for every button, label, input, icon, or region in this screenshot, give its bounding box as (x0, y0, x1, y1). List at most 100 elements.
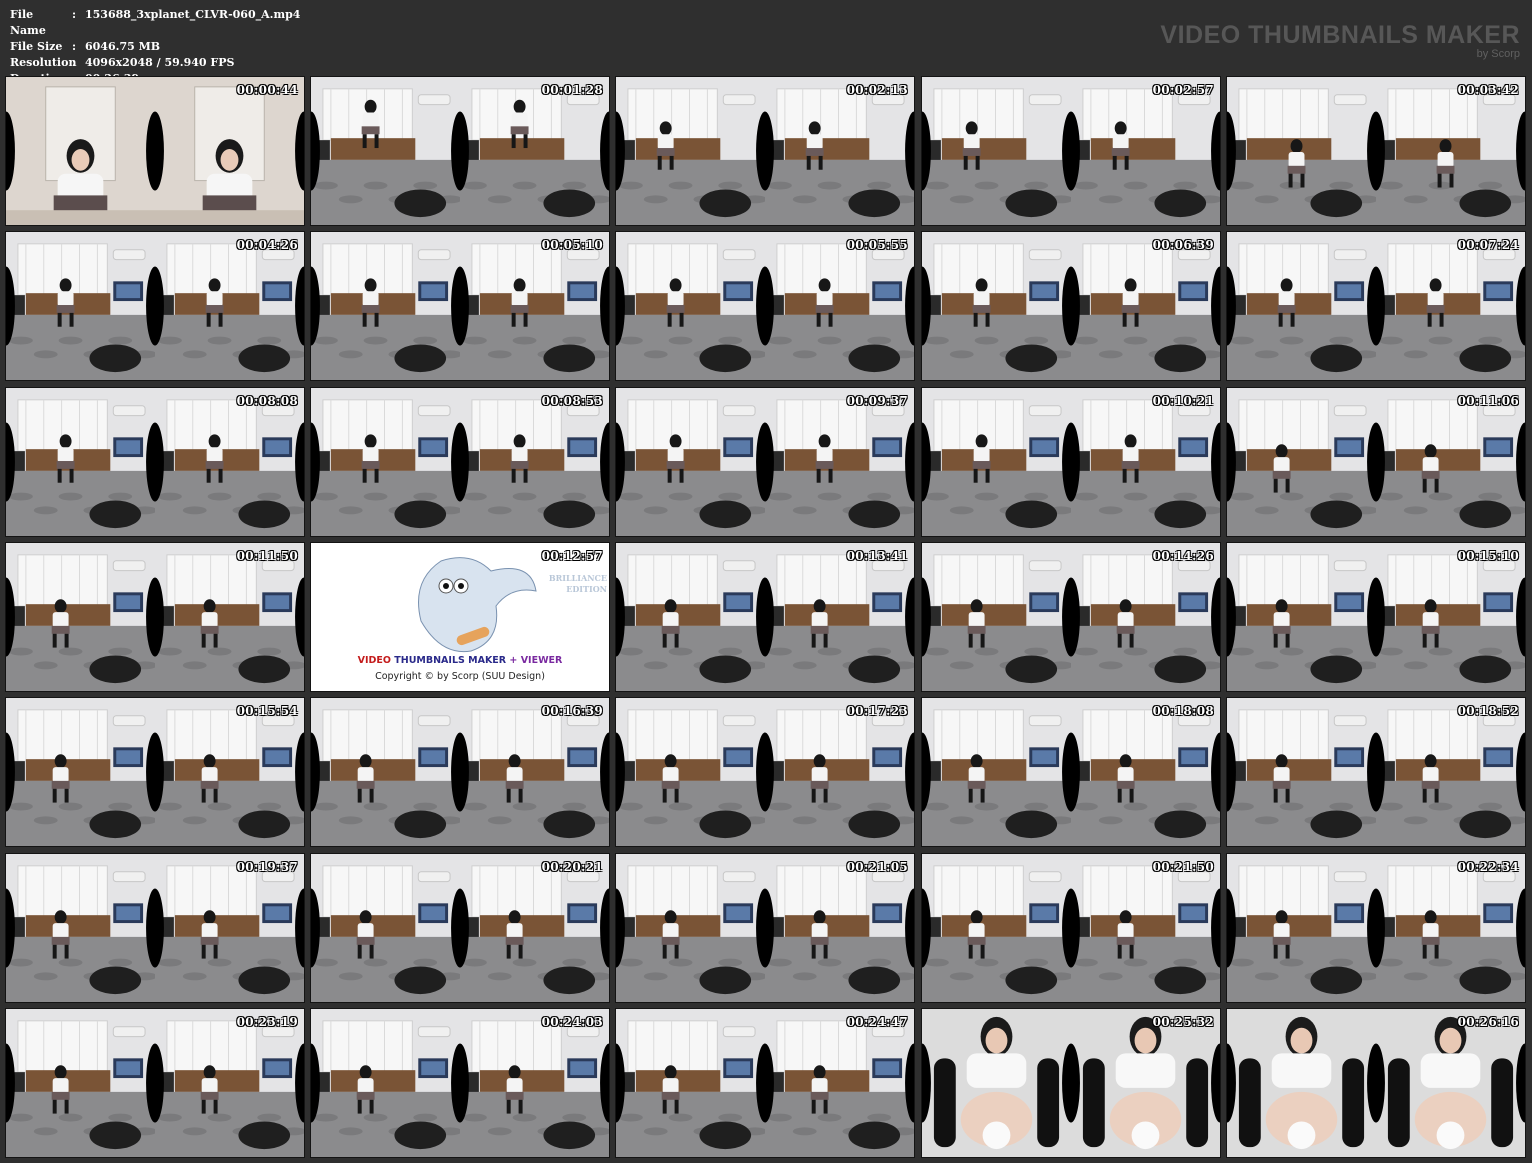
thumbnail-tile[interactable]: 00:05:10 (310, 231, 610, 381)
thumbnail-image (1227, 232, 1525, 380)
edition-label: BRILLIANCE EDITION (549, 573, 607, 595)
thumbnail-timestamp: 00:12:57 (541, 549, 603, 563)
file-name-row: File Name : 153688_3xplanet_CLVR-060_A.m… (10, 7, 300, 39)
thumbnail-tile[interactable]: 00:03:42 (1226, 76, 1526, 226)
thumbnail-timestamp: 00:21:05 (846, 860, 908, 874)
thumbnail-tile[interactable]: 00:18:08 (921, 697, 1221, 847)
thumbnail-image (922, 543, 1220, 691)
thumbnail-timestamp: 00:24:47 (846, 1015, 908, 1029)
thumbnail-tile[interactable]: 00:11:50 (5, 542, 305, 692)
thumbnail-image (922, 388, 1220, 536)
thumbnail-tile[interactable]: 00:24:47 (615, 1008, 915, 1158)
brand-text: VIDEO THUMBNAILS MAKER + VIEWER (311, 655, 609, 666)
thumbnail-timestamp: 00:06:39 (1152, 238, 1214, 252)
separator: : (72, 8, 77, 21)
thumbnail-image (922, 1009, 1220, 1157)
thumbnail-tile[interactable]: 00:24:03 (310, 1008, 610, 1158)
thumbnail-tile[interactable]: 00:15:10 (1226, 542, 1526, 692)
thumbnail-image (1227, 388, 1525, 536)
thumbnail-tile[interactable]: 00:10:21 (921, 387, 1221, 537)
thumbnail-image (1227, 854, 1525, 1002)
thumbnail-tile[interactable]: 00:04:26 (5, 231, 305, 381)
file-name-value: 153688_3xplanet_CLVR-060_A.mp4 (85, 8, 301, 21)
thumbnail-image (311, 388, 609, 536)
thumbnail-tile[interactable]: 00:21:50 (921, 853, 1221, 1003)
owl-logo-icon (418, 557, 537, 653)
thumbnail-image (922, 698, 1220, 846)
file-size-label: File Size (10, 40, 63, 53)
thumbnail-image (6, 543, 304, 691)
thumbnail-image (6, 698, 304, 846)
thumbnail-image (311, 232, 609, 380)
thumbnail-image (1227, 698, 1525, 846)
brand-text-part: THUMBNAILS MAKER (390, 655, 507, 666)
thumbnail-tile[interactable]: 00:07:24 (1226, 231, 1526, 381)
thumbnail-tile[interactable]: 00:08:53 (310, 387, 610, 537)
thumbnail-timestamp: 00:20:21 (541, 860, 603, 874)
thumbnail-image (311, 1009, 609, 1157)
file-size-row: File Size : 6046.75 MB (10, 39, 300, 55)
thumbnail-sheet: File Name : 153688_3xplanet_CLVR-060_A.m… (0, 0, 1532, 1163)
thumbnail-tile[interactable]: 00:05:55 (615, 231, 915, 381)
thumbnail-timestamp: 00:04:26 (236, 238, 298, 252)
thumbnail-timestamp: 00:13:41 (846, 549, 908, 563)
thumbnail-tile[interactable]: 00:17:23 (615, 697, 915, 847)
thumbnail-tile[interactable]: 00:18:52 (1226, 697, 1526, 847)
thumbnail-image (616, 698, 914, 846)
file-size-value: 6046.75 MB (85, 40, 161, 53)
thumbnail-tile[interactable]: 00:01:28 (310, 76, 610, 226)
thumbnail-timestamp: 00:09:37 (846, 394, 908, 408)
thumbnail-timestamp: 00:24:03 (541, 1015, 603, 1029)
thumbnail-image (616, 77, 914, 225)
thumbnail-tile[interactable]: 00:09:37 (615, 387, 915, 537)
thumbnail-timestamp: 00:21:50 (1152, 860, 1214, 874)
brand-text-part: + VIEWER (506, 655, 563, 666)
thumbnail-timestamp: 00:01:28 (541, 83, 603, 97)
thumbnail-tile[interactable]: 00:15:54 (5, 697, 305, 847)
separator: : (72, 56, 77, 69)
thumbnail-image (616, 854, 914, 1002)
thumbnail-tile[interactable]: 00:06:39 (921, 231, 1221, 381)
thumbnail-timestamp: 00:00:44 (236, 83, 298, 97)
thumbnail-tile[interactable]: 00:16:39 (310, 697, 610, 847)
thumbnail-image (6, 388, 304, 536)
thumbnail-image (1227, 543, 1525, 691)
thumbnail-tile[interactable]: 00:00:44 (5, 76, 305, 226)
thumbnail-image (311, 698, 609, 846)
thumbnail-timestamp: 00:11:06 (1457, 394, 1519, 408)
thumbnail-image (922, 77, 1220, 225)
thumbnail-tile[interactable]: 00:26:16 (1226, 1008, 1526, 1158)
thumbnail-tile[interactable]: 00:08:08 (5, 387, 305, 537)
thumbnail-image (616, 232, 914, 380)
thumbnail-timestamp: 00:19:37 (236, 860, 298, 874)
thumbnail-image (922, 854, 1220, 1002)
thumbnail-timestamp: 00:23:19 (236, 1015, 298, 1029)
edition-line: BRILLIANCE (548, 573, 607, 583)
thumbnail-tile[interactable]: 00:20:21 (310, 853, 610, 1003)
thumbnail-image (6, 77, 304, 225)
thumbnail-tile[interactable]: 00:13:41 (615, 542, 915, 692)
thumbnail-timestamp: 00:07:24 (1457, 238, 1519, 252)
copyright-text: Copyright © by Scorp (SUU Design) (375, 671, 545, 682)
thumbnail-tile[interactable]: 00:11:06 (1226, 387, 1526, 537)
thumbnail-timestamp: 00:08:53 (541, 394, 603, 408)
thumbnail-tile[interactable]: 00:25:32 (921, 1008, 1221, 1158)
logo-title: VIDEO THUMBNAILS MAKER (1160, 21, 1520, 49)
thumbnail-tile[interactable]: 00:22:34 (1226, 853, 1526, 1003)
thumbnail-image (311, 854, 609, 1002)
thumbnail-tile[interactable]: 00:21:05 (615, 853, 915, 1003)
thumbnail-timestamp: 00:25:32 (1152, 1015, 1214, 1029)
thumbnail-tile[interactable]: 00:23:19 (5, 1008, 305, 1158)
thumbnail-timestamp: 00:08:08 (236, 394, 298, 408)
thumbnail-tile[interactable]: 00:14:26 (921, 542, 1221, 692)
thumbnail-image (1227, 1009, 1525, 1157)
app-logo: VIDEO THUMBNAILS MAKER by Scorp (1160, 22, 1520, 60)
thumbnail-timestamp: 00:05:55 (846, 238, 908, 252)
logo-subtitle: by Scorp (1476, 48, 1520, 60)
thumbnail-timestamp: 00:18:52 (1457, 704, 1519, 718)
thumbnail-image (616, 543, 914, 691)
thumbnail-tile[interactable]: 00:02:57 (921, 76, 1221, 226)
thumbnail-tile[interactable]: 00:02:13 (615, 76, 915, 226)
thumbnail-tile[interactable]: 00:19:37 (5, 853, 305, 1003)
thumbnail-tile[interactable]: BRILLIANCE EDITION VIDEO THUMBNAILS MAKER … (310, 542, 610, 692)
